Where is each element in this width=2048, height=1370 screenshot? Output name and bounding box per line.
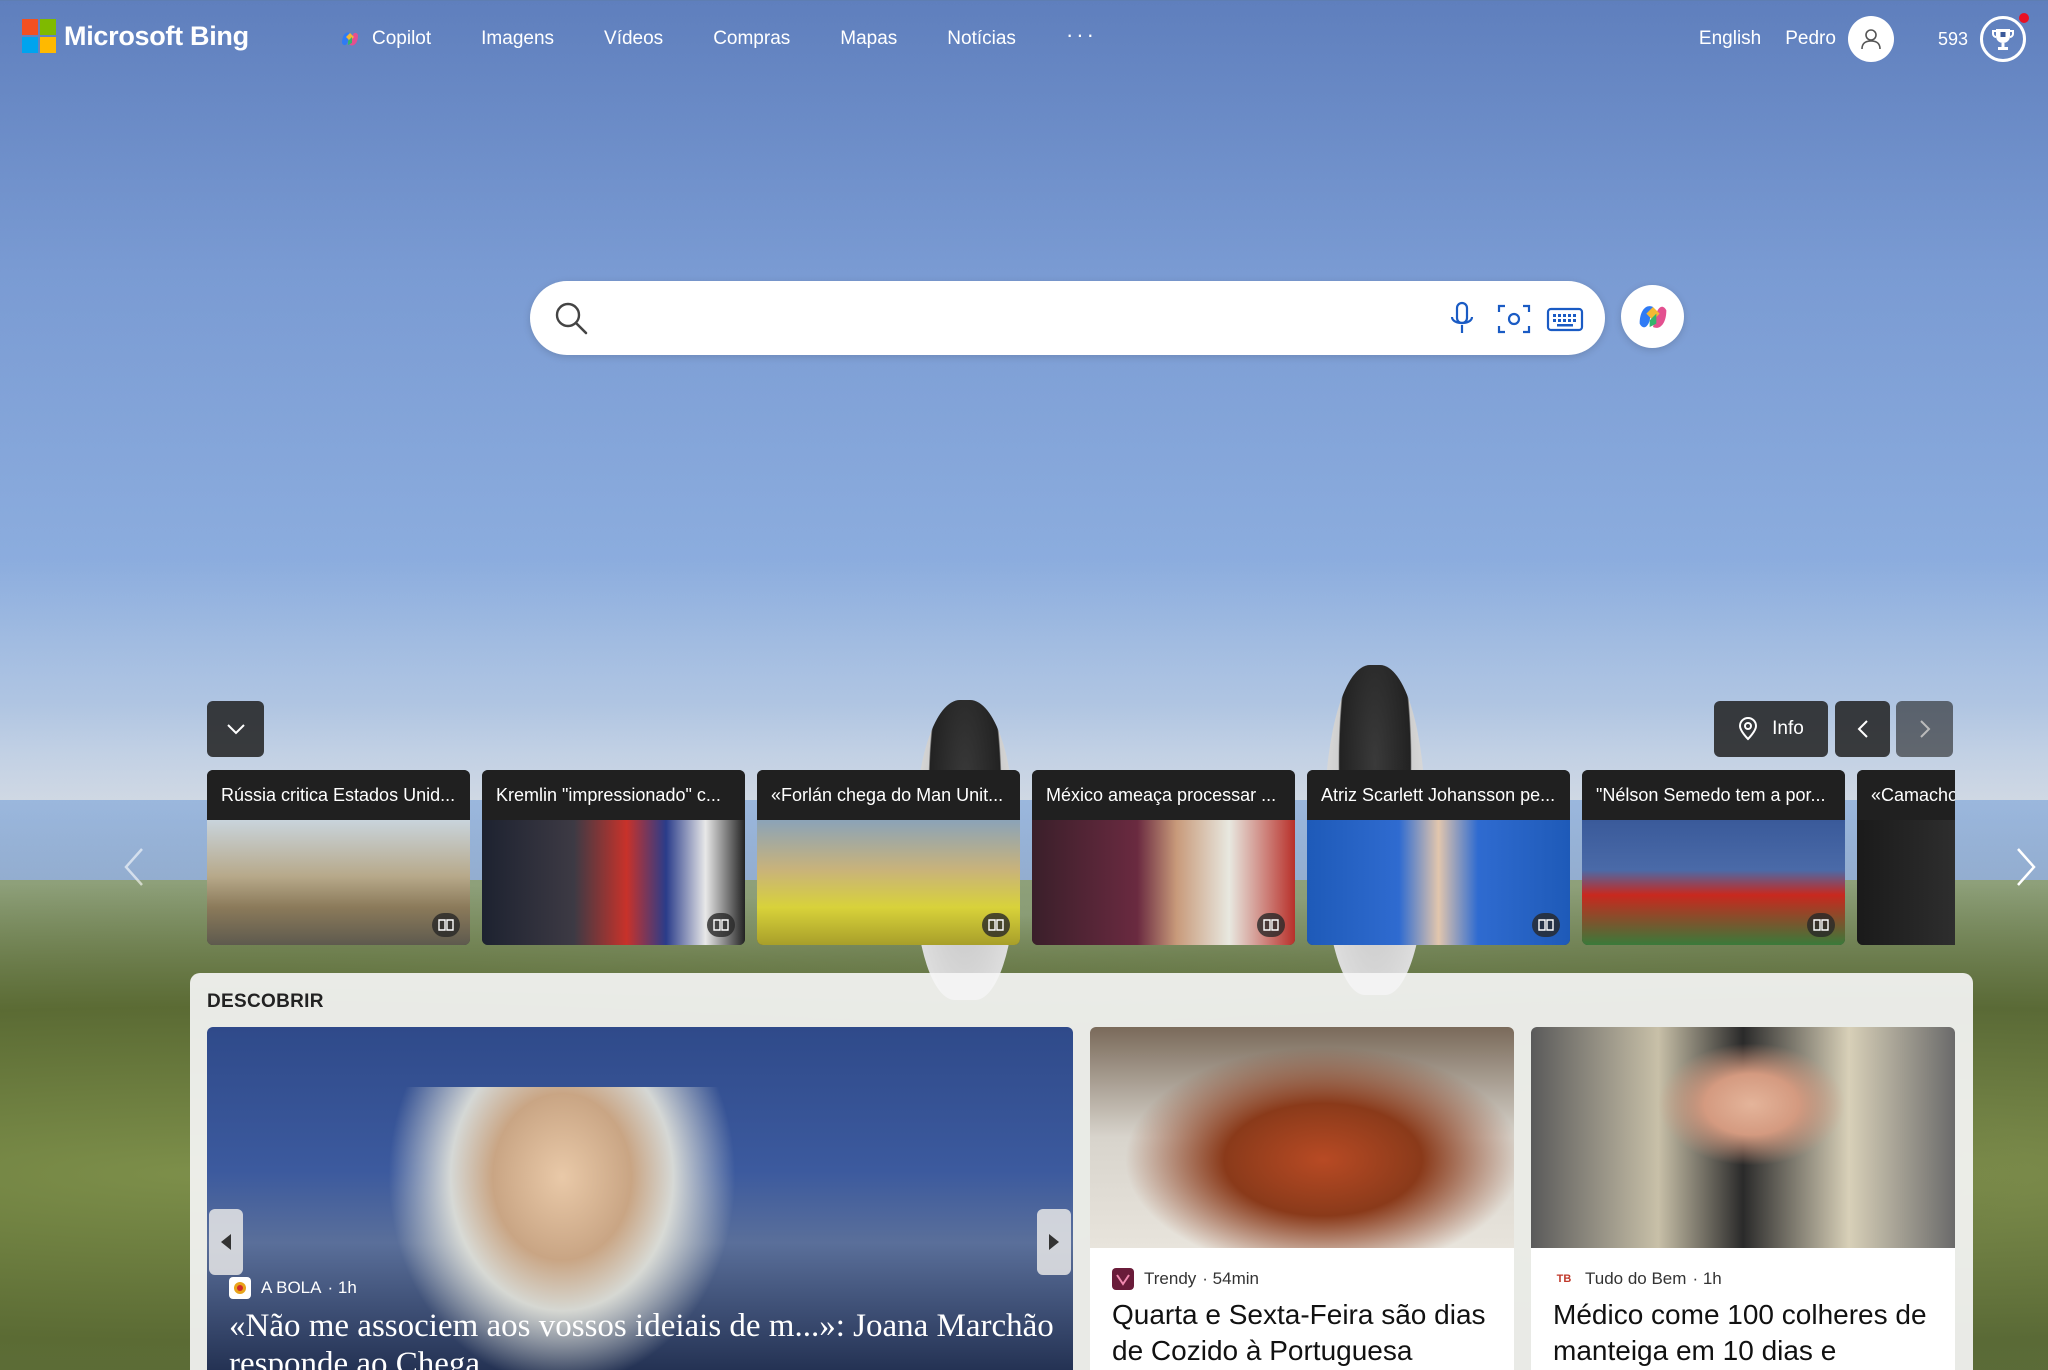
source-name: Tudo do Bem — [1585, 1269, 1687, 1288]
news-card[interactable]: Atriz Scarlett Johansson pe... — [1307, 770, 1570, 945]
triangle-right-icon — [1049, 1234, 1059, 1250]
nav-copilot-label: Copilot — [372, 28, 432, 49]
book-icon[interactable] — [432, 913, 460, 937]
source-logo-icon — [229, 1277, 251, 1299]
news-card-image — [1307, 820, 1570, 945]
news-card-title: Kremlin "impressionado" c... — [482, 770, 745, 820]
triangle-left-icon — [221, 1234, 231, 1250]
keyboard-icon[interactable] — [1546, 301, 1584, 337]
user-name[interactable]: Pedro — [1785, 28, 1836, 50]
nav-maps[interactable]: Mapas — [840, 28, 897, 50]
background-sea — [0, 560, 2048, 800]
microsoft-logo-icon — [22, 19, 56, 53]
source-name: A BOLA — [261, 1278, 322, 1297]
brand-name: Microsoft Bing — [64, 20, 249, 51]
source-time: · 1h — [327, 1278, 357, 1297]
main-nav: Copilot Imagens Vídeos Compras Mapas Not… — [338, 0, 1147, 78]
discover-section: DESCOBRIR A BOLA · 1h «Não me associem a… — [190, 973, 1973, 1370]
news-card[interactable]: "Nélson Semedo tem a por... — [1582, 770, 1845, 945]
book-icon[interactable] — [1807, 913, 1835, 937]
search-icon[interactable] — [552, 299, 590, 337]
notification-dot — [2019, 13, 2029, 23]
news-card-title: Atriz Scarlett Johansson pe... — [1307, 770, 1570, 820]
news-card-title: «Camacho — [1857, 770, 1955, 820]
article-card[interactable]: TB Tudo do Bem · 1h Médico come 100 colh… — [1531, 1027, 1955, 1370]
featured-prev-button[interactable] — [209, 1209, 243, 1275]
book-icon[interactable] — [707, 913, 735, 937]
nav-news[interactable]: Notícias — [947, 28, 1016, 50]
collapse-button[interactable] — [207, 701, 264, 757]
search-input[interactable] — [602, 295, 1362, 341]
chevron-down-icon — [226, 724, 245, 735]
top-bar: Microsoft Bing Copilot Imagens Vídeos Co… — [0, 0, 2048, 78]
article-card[interactable]: Trendy · 54min Quarta e Sexta-Feira são … — [1090, 1027, 1514, 1370]
article-headline[interactable]: Quarta e Sexta-Feira são dias de Cozido … — [1112, 1297, 1502, 1369]
copilot-button[interactable] — [1621, 285, 1684, 348]
book-icon[interactable] — [1532, 913, 1560, 937]
news-card-image — [1032, 820, 1295, 945]
bing-logo[interactable]: Microsoft Bing — [22, 19, 249, 53]
previous-image-button[interactable] — [1835, 701, 1890, 757]
nav-images[interactable]: Imagens — [481, 28, 554, 50]
more-menu-button[interactable]: ··· — [1066, 22, 1097, 48]
news-card-image — [757, 820, 1020, 945]
header-right: English Pedro 593 — [1699, 0, 2048, 78]
news-card-title: «Forlán chega do Man Unit... — [757, 770, 1020, 820]
news-card-image — [207, 820, 470, 945]
source-time: · 54min — [1202, 1269, 1259, 1288]
nav-copilot[interactable]: Copilot — [338, 27, 431, 51]
news-scroll-right-icon[interactable] — [2014, 845, 2038, 889]
rewards-trophy-icon — [1992, 29, 2014, 50]
language-switch[interactable]: English — [1699, 28, 1761, 50]
article-image — [1531, 1027, 1955, 1248]
article-source: TB Tudo do Bem · 1h — [1553, 1268, 1722, 1290]
news-carousel: Rússia critica Estados Unid... Kremlin "… — [207, 770, 1955, 945]
news-card[interactable]: Rússia critica Estados Unid... — [207, 770, 470, 945]
article-headline[interactable]: «Não me associem aos vossos ideiais de m… — [229, 1307, 1059, 1370]
book-icon[interactable] — [1257, 913, 1285, 937]
visual-search-icon[interactable] — [1496, 301, 1532, 337]
rewards-button[interactable] — [1980, 13, 2029, 62]
section-title: DESCOBRIR — [207, 991, 324, 1012]
source-time: · 1h — [1692, 1269, 1722, 1288]
copilot-icon — [1639, 305, 1666, 328]
news-card[interactable]: «Forlán chega do Man Unit... — [757, 770, 1020, 945]
source-logo-icon — [1112, 1268, 1134, 1290]
news-card[interactable]: Kremlin "impressionado" c... — [482, 770, 745, 945]
chevron-left-icon — [1857, 720, 1868, 738]
book-icon[interactable] — [982, 913, 1010, 937]
search-box — [530, 281, 1605, 355]
article-source: Trendy · 54min — [1112, 1268, 1259, 1290]
news-card-title: Rússia critica Estados Unid... — [207, 770, 470, 820]
location-pin-icon — [1739, 717, 1758, 741]
info-label: Info — [1772, 718, 1804, 739]
news-card-image — [1582, 820, 1845, 945]
source-logo-icon: TB — [1553, 1268, 1575, 1290]
news-card-title: "Nélson Semedo tem a por... — [1582, 770, 1845, 820]
chevron-right-icon — [1919, 720, 1930, 738]
avatar[interactable] — [1847, 16, 1894, 62]
featured-article[interactable]: A BOLA · 1h «Não me associem aos vossos … — [207, 1027, 1073, 1370]
article-source: A BOLA · 1h — [229, 1277, 357, 1299]
news-card-image — [482, 820, 745, 945]
news-card[interactable]: «Camacho — [1857, 770, 1955, 945]
featured-next-button[interactable] — [1037, 1209, 1071, 1275]
microphone-icon[interactable] — [1448, 301, 1476, 337]
next-image-button[interactable] — [1896, 701, 1953, 757]
user-icon — [1861, 29, 1881, 50]
info-button[interactable]: Info — [1714, 701, 1828, 757]
source-name: Trendy — [1144, 1269, 1197, 1288]
nav-videos[interactable]: Vídeos — [604, 28, 663, 50]
article-image — [1090, 1027, 1514, 1248]
copilot-icon — [342, 32, 358, 46]
news-card-image — [1857, 820, 1955, 945]
news-card[interactable]: México ameaça processar ... — [1032, 770, 1295, 945]
rewards-points[interactable]: 593 — [1938, 29, 1968, 50]
news-card-title: México ameaça processar ... — [1032, 770, 1295, 820]
nav-shopping[interactable]: Compras — [713, 28, 790, 50]
news-scroll-left-icon[interactable] — [122, 845, 146, 889]
article-headline[interactable]: Médico come 100 colheres de manteiga em … — [1553, 1297, 1943, 1369]
